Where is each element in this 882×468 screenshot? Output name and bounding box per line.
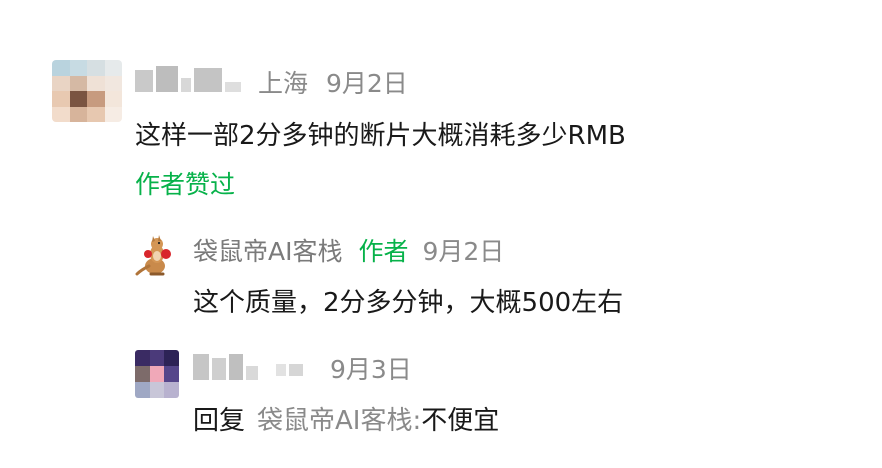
reply2-content[interactable]: 回复 袋鼠帝AI客栈:不便宜 bbox=[193, 400, 499, 437]
reply1-header: 袋鼠帝AI客栈 作者 9月2日 bbox=[193, 232, 504, 268]
comment-text[interactable]: 这样一部2分多钟的断片大概消耗多少RMB bbox=[135, 115, 626, 152]
author-badge: 作者 bbox=[358, 237, 409, 266]
reply2-date: 9月3日 bbox=[330, 355, 412, 384]
reply1-text[interactable]: 这个质量，2分多分钟，大概500左右 bbox=[193, 282, 623, 319]
reply-target-name[interactable]: 袋鼠帝AI客栈: bbox=[257, 406, 421, 436]
author-liked-label: 作者赞过 bbox=[135, 170, 236, 199]
reply-prefix: 回复 bbox=[193, 406, 246, 436]
reply2-name-redacted[interactable] bbox=[193, 350, 258, 380]
reply1-author-name[interactable]: 袋鼠帝AI客栈 bbox=[193, 232, 342, 268]
reply2-location-redacted bbox=[276, 360, 303, 376]
kangaroo-avatar-icon[interactable] bbox=[135, 232, 181, 278]
reply2-avatar[interactable] bbox=[135, 350, 179, 398]
commenter-avatar[interactable] bbox=[52, 60, 122, 122]
comment-date: 9月2日 bbox=[326, 69, 408, 98]
reply2-text: 不便宜 bbox=[421, 406, 500, 436]
reply1-date: 9月2日 bbox=[422, 237, 505, 266]
comment-location: 上海 bbox=[258, 69, 309, 98]
commenter-name-redacted[interactable] bbox=[135, 64, 241, 92]
comment-thread: 上海 9月2日 这样一部2分多钟的断片大概消耗多少RMB 作者赞过 袋鼠帝AI客… bbox=[0, 0, 882, 468]
